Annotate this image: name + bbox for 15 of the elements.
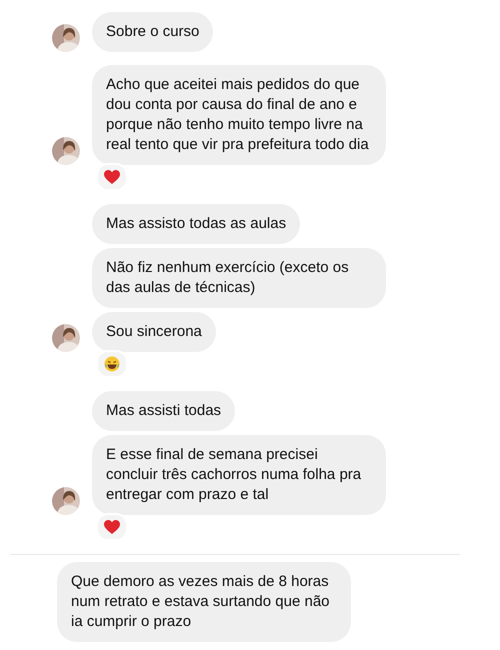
message-bubble: Não fiz nenhum exercício (exceto os das aulas de técnicas) [92, 248, 386, 308]
avatar[interactable] [52, 137, 80, 165]
message-bubble: Acho que aceitei mais pedidos do que dou conta por causa do final de ano e porque não tenho muito tempo livre na real tento que vir pra prefeitura todo dia [92, 65, 386, 165]
avatar[interactable] [52, 487, 80, 515]
heart-icon[interactable] [96, 163, 128, 191]
message-bubble: Sobre o curso [92, 12, 214, 52]
avatar[interactable] [52, 324, 80, 352]
message-bubble: E esse final de semana precisei concluir três cachorros numa folha pra entregar com prazo e tal [92, 435, 386, 515]
avatar[interactable] [52, 24, 80, 52]
message-bubble: Mas assisti todas [92, 391, 236, 431]
heart-icon[interactable] [96, 513, 128, 541]
message-bubble: Que demoro as vezes mais de 8 horas num retrato e estava surtando que não ia cumprir o prazo [57, 562, 351, 642]
laughing-face-icon[interactable] [96, 350, 128, 378]
message-bubble: Sou sincerona [92, 312, 216, 352]
message-bubble: Mas assisto todas as aulas [92, 204, 300, 244]
